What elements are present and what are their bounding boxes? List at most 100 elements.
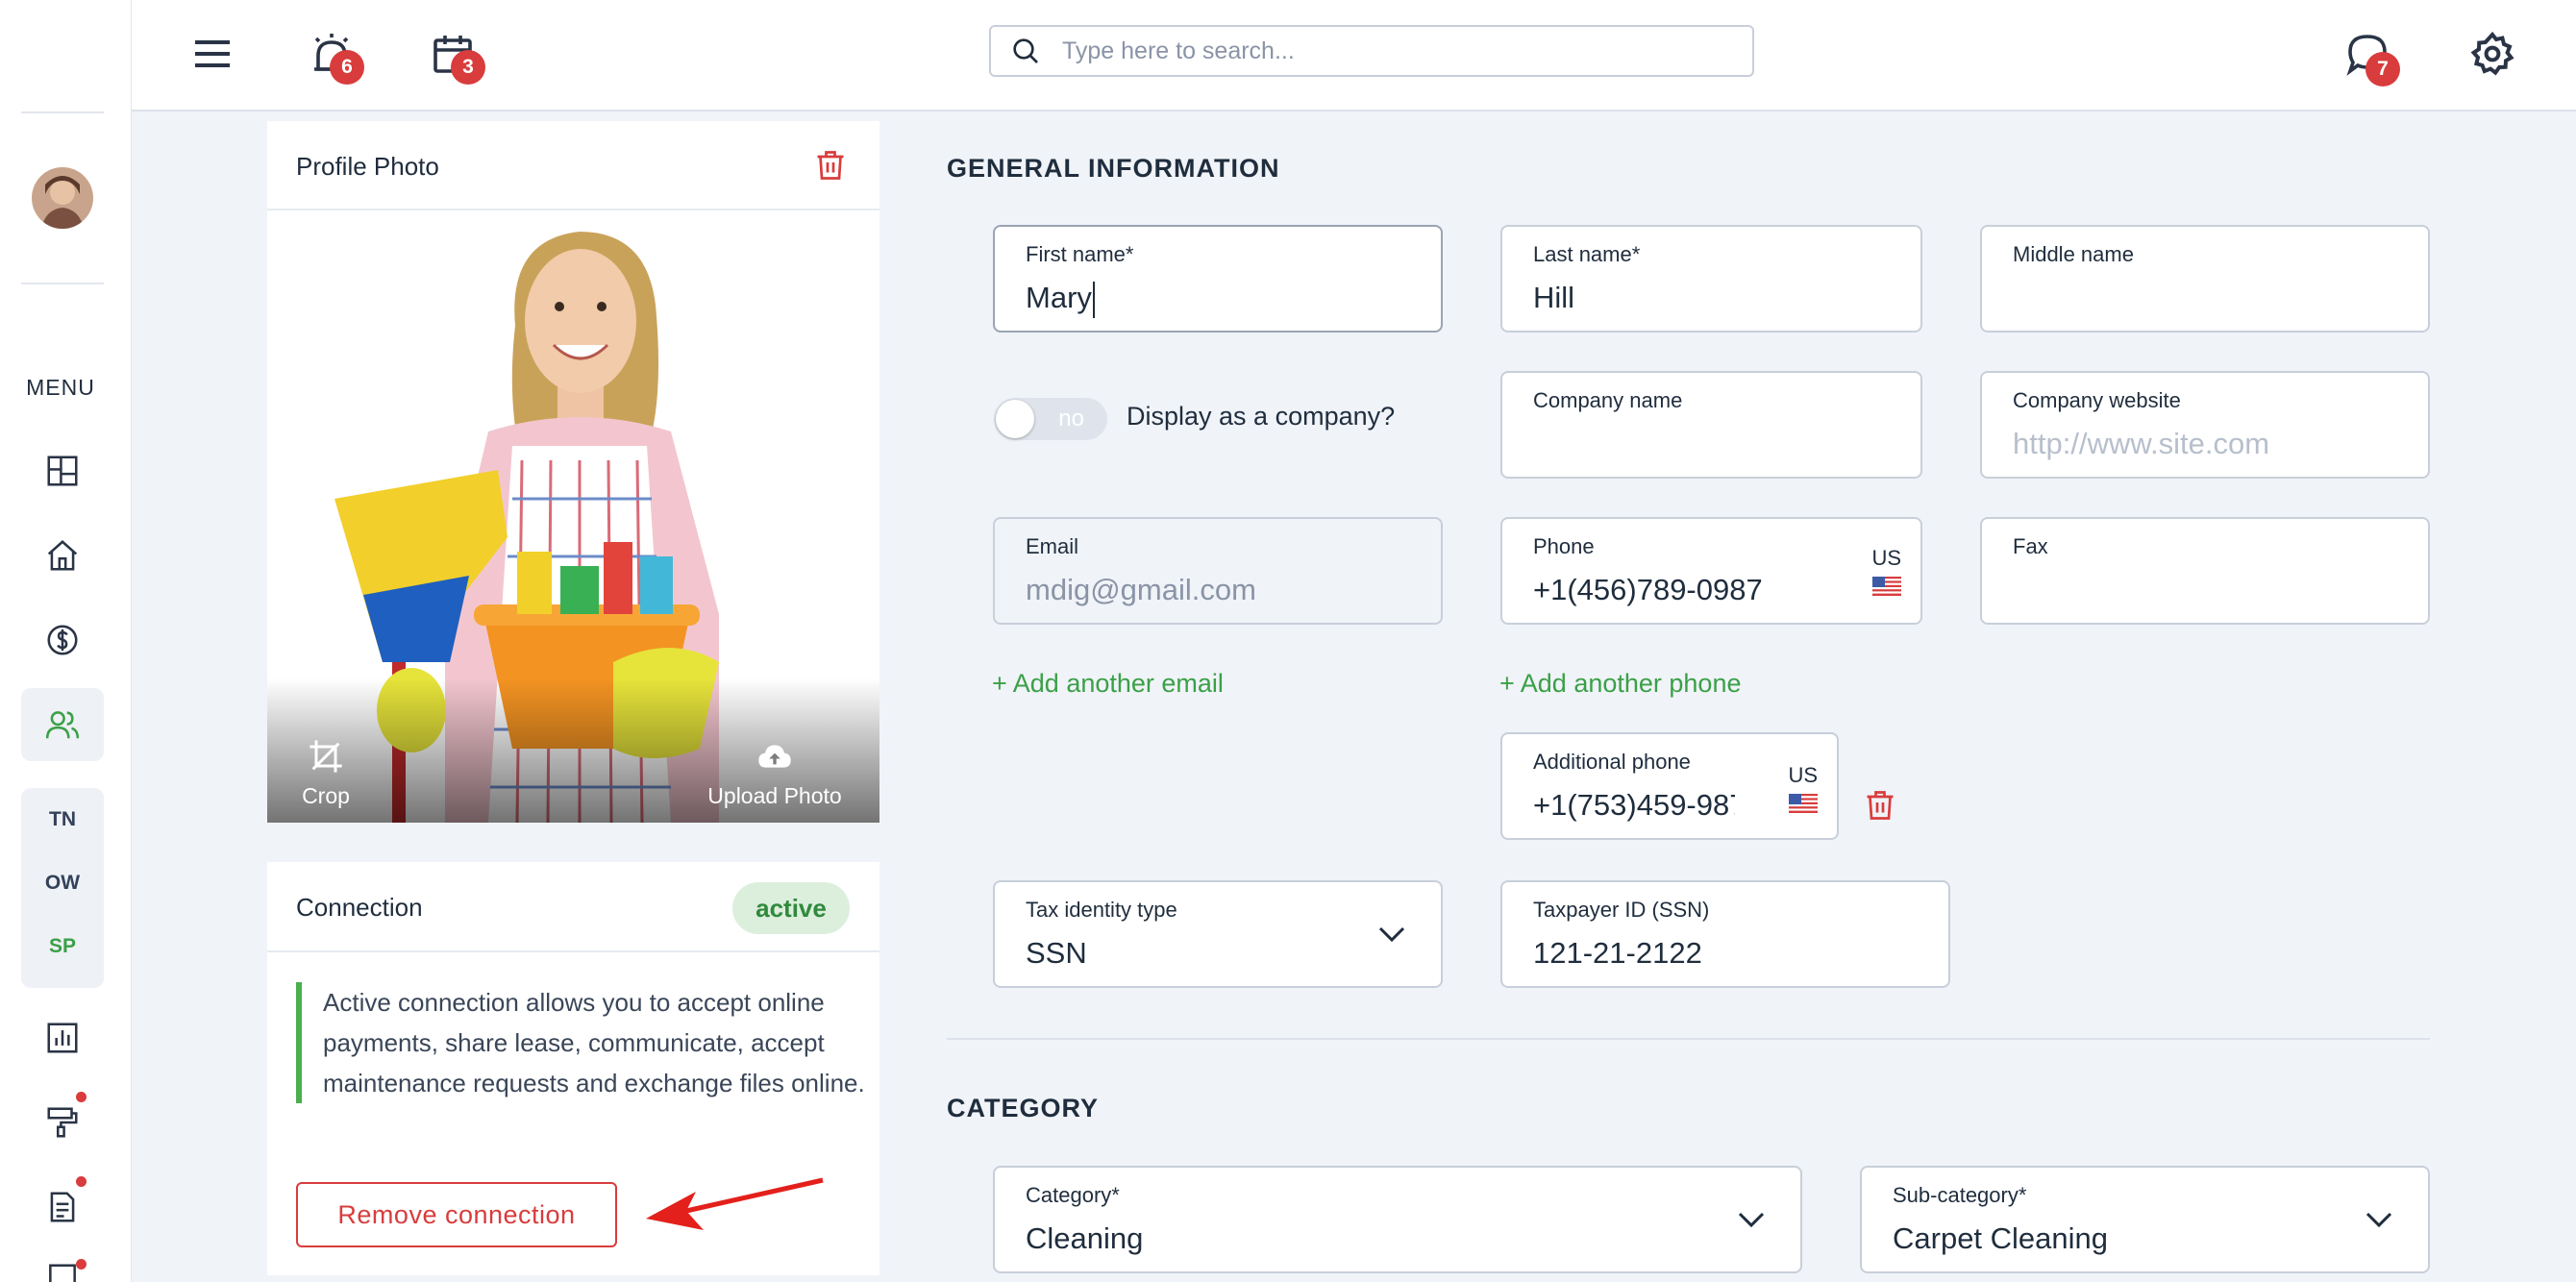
sub-category-value: Carpet Cleaning xyxy=(1893,1221,2109,1255)
category-select[interactable]: Category* Cleaning xyxy=(993,1166,1802,1273)
avatar[interactable] xyxy=(32,167,93,229)
additional-phone-field[interactable]: Additional phone +1(753)459-987 US xyxy=(1500,732,1839,840)
middle-name-label: Middle name xyxy=(2013,242,2134,266)
crop-icon xyxy=(310,740,342,773)
topbar: 6 3 7 xyxy=(132,0,2576,111)
divider xyxy=(267,950,879,952)
chevron-down-icon xyxy=(1378,926,1405,943)
dashboard-icon[interactable] xyxy=(21,434,104,507)
chevron-down-icon xyxy=(2365,1212,2392,1228)
sidebar-sub-menu: TN OW SP xyxy=(21,788,104,988)
middle-name-field[interactable]: Middle name xyxy=(1980,225,2430,333)
taxpayer-id-label: Taxpayer ID (SSN) xyxy=(1533,898,1710,922)
connection-description: Active connection allows you to accept o… xyxy=(296,982,880,1103)
menu-label: MENU xyxy=(26,375,95,400)
taxpayer-id-field[interactable]: Taxpayer ID (SSN) 121-21-2122 xyxy=(1500,880,1950,988)
chart-icon[interactable] xyxy=(21,1001,104,1074)
last-name-field[interactable]: Last name* Hill xyxy=(1500,225,1922,333)
sidebar-item-sp[interactable]: SP xyxy=(21,915,104,978)
fax-field[interactable]: Fax xyxy=(1980,517,2430,625)
chat-badge: 7 xyxy=(2365,52,2400,86)
sidebar-divider xyxy=(21,283,104,284)
search-bar[interactable] xyxy=(989,25,1754,77)
additional-phone-country-selector[interactable]: US xyxy=(1788,763,1818,813)
sidebar: MENU TN OW SP xyxy=(0,0,132,1282)
company-website-field[interactable]: Company website http://www.site.com xyxy=(1980,371,2430,479)
tax-identity-type-select[interactable]: Tax identity type SSN xyxy=(993,880,1443,988)
first-name-value[interactable]: Mary xyxy=(1026,281,1095,318)
tax-identity-type-value: SSN xyxy=(1026,936,1087,970)
profile-photo-title: Profile Photo xyxy=(296,152,439,181)
users-icon[interactable] xyxy=(21,688,104,761)
email-field[interactable]: Email mdig@gmail.com xyxy=(993,517,1443,625)
add-phone-link[interactable]: + Add another phone xyxy=(1499,669,1741,699)
upload-photo-label: Upload Photo xyxy=(707,783,842,808)
phone-country-selector[interactable]: US xyxy=(1871,546,1901,596)
delete-photo-icon[interactable] xyxy=(813,148,848,183)
company-website-label: Company website xyxy=(2013,388,2181,412)
hamburger-menu-icon[interactable] xyxy=(182,23,243,85)
phone-label: Phone xyxy=(1533,534,1595,558)
fax-label: Fax xyxy=(2013,534,2048,558)
crop-label: Crop xyxy=(302,783,350,808)
chevron-down-icon xyxy=(1738,1212,1765,1228)
last-name-label: Last name* xyxy=(1533,242,1641,266)
company-name-label: Company name xyxy=(1533,388,1683,412)
more-icon[interactable] xyxy=(21,1255,104,1282)
additional-phone-label: Additional phone xyxy=(1533,750,1691,774)
toggle-state: no xyxy=(1058,406,1084,431)
search-icon xyxy=(1013,38,1038,63)
sidebar-item-tn[interactable]: TN xyxy=(21,788,104,851)
upload-photo-button[interactable]: Upload Photo xyxy=(698,737,852,809)
company-toggle-label: Display as a company? xyxy=(1127,402,1396,431)
phone-field[interactable]: Phone +1(456)789-0987 US xyxy=(1500,517,1922,625)
additional-phone-country-code: US xyxy=(1788,763,1818,787)
us-flag-icon xyxy=(1788,794,1818,813)
category-title: CATEGORY xyxy=(947,1094,1100,1122)
first-name-label: First name* xyxy=(1026,242,1134,266)
company-name-field[interactable]: Company name xyxy=(1500,371,1922,479)
last-name-value[interactable]: Hill xyxy=(1533,281,1574,315)
upload-cloud-icon xyxy=(758,745,791,768)
profile-photo: Crop Upload Photo xyxy=(267,210,879,823)
first-name-field[interactable]: First name* Mary xyxy=(993,225,1443,333)
section-divider xyxy=(947,1038,2430,1040)
delete-phone-icon[interactable] xyxy=(1863,788,1897,823)
gear-icon[interactable] xyxy=(2462,23,2523,85)
additional-phone-value[interactable]: +1(753)459-987 xyxy=(1533,788,1735,823)
sub-category-select[interactable]: Sub-category* Carpet Cleaning xyxy=(1860,1166,2430,1273)
tax-identity-type-label: Tax identity type xyxy=(1026,898,1177,922)
category-label: Category* xyxy=(1026,1183,1120,1207)
crop-button[interactable]: Crop xyxy=(292,737,359,809)
paint-roller-icon[interactable] xyxy=(21,1086,104,1159)
calendar-icon[interactable]: 3 xyxy=(422,23,485,85)
toggle-knob xyxy=(996,400,1034,438)
document-icon[interactable] xyxy=(21,1171,104,1244)
company-website-placeholder[interactable]: http://www.site.com xyxy=(2013,427,2269,461)
category-value: Cleaning xyxy=(1026,1221,1144,1255)
company-toggle[interactable]: no xyxy=(994,398,1107,440)
home-icon[interactable] xyxy=(21,519,104,592)
add-email-link[interactable]: + Add another email xyxy=(992,669,1224,699)
sub-category-label: Sub-category* xyxy=(1893,1183,2027,1207)
phone-value[interactable]: +1(456)789-0987 xyxy=(1533,573,1763,607)
us-flag-icon xyxy=(1871,577,1901,596)
notification-dot xyxy=(76,1092,87,1102)
chat-icon[interactable]: 7 xyxy=(2337,23,2400,86)
email-value[interactable]: mdig@gmail.com xyxy=(1026,573,1256,607)
connection-title: Connection xyxy=(296,893,423,922)
general-information-title: GENERAL INFORMATION xyxy=(947,154,1280,183)
alarm-badge: 6 xyxy=(330,50,364,85)
sidebar-item-ow[interactable]: OW xyxy=(21,851,104,915)
connection-status-badge: active xyxy=(732,882,850,934)
alarm-icon[interactable]: 6 xyxy=(301,23,364,85)
dollar-icon[interactable] xyxy=(21,604,104,677)
taxpayer-id-value[interactable]: 121-21-2122 xyxy=(1533,936,1702,971)
sidebar-divider xyxy=(21,111,104,113)
email-label: Email xyxy=(1026,534,1079,558)
red-arrow-annotation xyxy=(646,1177,824,1230)
remove-connection-button[interactable]: Remove connection xyxy=(296,1182,617,1247)
calendar-badge: 3 xyxy=(451,50,485,85)
search-input[interactable] xyxy=(1060,36,1752,66)
notification-dot xyxy=(76,1259,87,1270)
